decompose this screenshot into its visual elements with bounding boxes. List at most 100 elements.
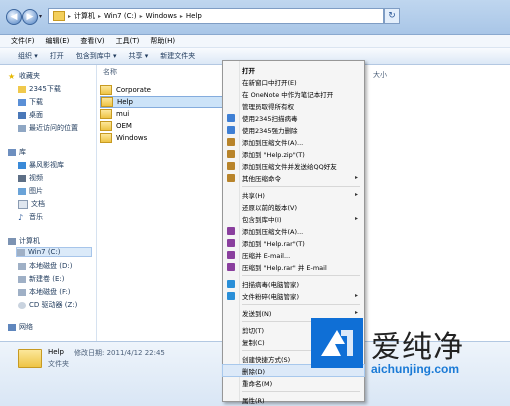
- context-menu-label: 还原以前的版本(V): [242, 203, 298, 212]
- sidebar-item-d-drive[interactable]: 本地磁盘 (D:): [18, 261, 72, 271]
- document-icon: [18, 199, 28, 209]
- context-menu-label: 其他压缩命令: [242, 174, 281, 183]
- sidebar-item-desktop[interactable]: 桌面: [18, 110, 43, 120]
- context-menu-item[interactable]: 在新窗口中打开(E): [223, 76, 364, 87]
- sidebar-item-2345-downloads[interactable]: 2345下载: [18, 84, 61, 94]
- sidebar-item-c-drive[interactable]: Win7 (C:): [16, 247, 92, 257]
- folder-icon: [100, 109, 112, 119]
- context-menu-label: 重命名(M): [242, 379, 273, 388]
- include-in-library-button[interactable]: 包含到库中 ▾: [76, 51, 117, 61]
- menu-file[interactable]: 文件(F): [11, 36, 35, 46]
- address-bar[interactable]: ▸ 计算机 ▸ Win7 (C:) ▸ Windows ▸ Help: [48, 8, 384, 24]
- context-menu-label: 在新窗口中打开(E): [242, 78, 297, 87]
- context-menu-item[interactable]: 发送到(N) ▸: [223, 307, 364, 318]
- menu-tools[interactable]: 工具(T): [116, 36, 140, 46]
- music-icon: ♪: [18, 212, 24, 222]
- sidebar-item-f-drive[interactable]: 本地磁盘 (F:): [18, 287, 71, 297]
- favorites-header[interactable]: ★ 收藏夹: [8, 71, 40, 81]
- context-menu-item[interactable]: 管理员取得所有权: [223, 100, 364, 111]
- sidebar-item-cd-drive[interactable]: CD 驱动器 (Z:): [18, 300, 77, 310]
- download-icon: [18, 98, 26, 106]
- sidebar-item-recent-places[interactable]: 最近访问的位置: [18, 123, 78, 133]
- list-item[interactable]: Corporate: [100, 85, 151, 95]
- sidebar-item-documents[interactable]: 文档: [18, 199, 45, 209]
- list-item[interactable]: Windows: [100, 133, 147, 143]
- context-menu-item[interactable]: 共享(H) ▸: [223, 189, 364, 200]
- watermark-brand: 爱纯净: [371, 330, 464, 365]
- breadcrumb-windows[interactable]: Windows: [146, 12, 177, 20]
- context-menu-item[interactable]: 在 OneNote 中作为笔记本打开: [223, 88, 364, 99]
- context-menu-item[interactable]: 包含到库中(I) ▸: [223, 213, 364, 224]
- organize-button[interactable]: 组织 ▾: [18, 51, 38, 61]
- folder-icon: [18, 85, 26, 93]
- navigation-pane: ★ 收藏夹 2345下载 下载 桌面 最近访问的位置 库 暴风影视库 视频 图片…: [0, 65, 97, 341]
- picture-icon: [18, 187, 26, 195]
- menu-separator: [242, 275, 360, 276]
- context-menu-label: 复制(C): [242, 338, 265, 347]
- sidebar-item-music[interactable]: ♪ 音乐: [18, 212, 43, 222]
- menu-separator: [242, 186, 360, 187]
- new-folder-button[interactable]: 新建文件夹: [160, 51, 195, 61]
- menu-view[interactable]: 查看(V): [80, 36, 104, 46]
- context-menu-label: 包含到库中(I): [242, 215, 282, 224]
- context-menu-item[interactable]: 使用2345扫描病毒: [223, 112, 364, 123]
- context-menu-item[interactable]: 添加到压缩文件并发送给QQ好友: [223, 160, 364, 171]
- back-arrow-icon[interactable]: ◀: [6, 9, 22, 25]
- menu-help[interactable]: 帮助(H): [150, 36, 175, 46]
- sidebar-item-downloads[interactable]: 下载: [18, 97, 43, 107]
- context-menu-item[interactable]: 其他压缩命令 ▸: [223, 172, 364, 183]
- archive-icon: [227, 149, 235, 158]
- breadcrumb-computer[interactable]: 计算机: [74, 11, 95, 21]
- context-menu-label: 管理员取得所有权: [242, 102, 294, 111]
- folder-icon: [100, 133, 112, 143]
- submenu-arrow-icon: ▸: [354, 191, 358, 198]
- computer-header[interactable]: 计算机: [8, 236, 40, 246]
- submenu-arrow-icon: ▸: [354, 309, 358, 316]
- context-menu-item[interactable]: 还原以前的版本(V): [223, 201, 364, 212]
- sidebar-item-pictures[interactable]: 图片: [18, 186, 43, 196]
- context-menu-item[interactable]: 压缩并 E-mail...: [223, 249, 364, 260]
- context-menu-item[interactable]: 扫描病毒(电脑管家): [223, 278, 364, 289]
- menu-edit[interactable]: 编辑(E): [46, 36, 70, 46]
- context-menu-item[interactable]: 添加到压缩文件(A)...: [223, 225, 364, 236]
- list-item[interactable]: OEM: [100, 121, 132, 131]
- drive-icon: [18, 262, 26, 270]
- rar-icon: [227, 238, 235, 247]
- context-menu-label: 共享(H): [242, 191, 265, 200]
- context-menu-item[interactable]: 文件粉碎(电脑管家) ▸: [223, 290, 364, 301]
- context-menu-item[interactable]: 压缩到 "Help.rar" 并 E-mail: [223, 261, 364, 272]
- libraries-header[interactable]: 库: [8, 147, 26, 157]
- context-menu-label: 添加到 "Help.zip"(T): [242, 150, 305, 159]
- rar-icon: [227, 262, 235, 271]
- open-button[interactable]: 打开: [50, 51, 64, 61]
- cd-drive-icon: [18, 301, 26, 309]
- menu-bar: 文件(F) 编辑(E) 查看(V) 工具(T) 帮助(H): [0, 35, 510, 48]
- context-menu-item[interactable]: 添加到 "Help.zip"(T): [223, 148, 364, 159]
- list-item[interactable]: Help: [100, 96, 226, 108]
- history-dropdown-icon[interactable]: ▾: [39, 13, 42, 20]
- video-library-icon: [18, 161, 26, 169]
- network-header[interactable]: 网络: [8, 322, 33, 332]
- sidebar-item-baofeng-library[interactable]: 暴风影视库: [18, 160, 64, 170]
- context-menu-label: 文件粉碎(电脑管家): [242, 292, 300, 301]
- column-header-name[interactable]: 名称: [103, 67, 117, 77]
- sidebar-item-videos[interactable]: 视频: [18, 173, 43, 183]
- title-bar: ◀ ▶ ▾ ▸ 计算机 ▸ Win7 (C:) ▸ Windows ▸ Help…: [0, 0, 510, 35]
- breadcrumb-help[interactable]: Help: [186, 12, 202, 20]
- context-menu-item[interactable]: 使用2345强力删除: [223, 124, 364, 135]
- column-header-size[interactable]: 大小: [373, 70, 387, 80]
- context-menu-label: 打开: [242, 66, 255, 75]
- sidebar-item-e-drive[interactable]: 新建卷 (E:): [18, 274, 64, 284]
- context-menu-item[interactable]: 添加到压缩文件(A)...: [223, 136, 364, 147]
- context-menu-item[interactable]: 打开: [223, 64, 364, 75]
- watermark-logo: 爱纯净 aichunjing.com: [311, 318, 507, 400]
- context-menu-item[interactable]: 添加到 "Help.rar"(T): [223, 237, 364, 248]
- context-menu-label: 发送到(N): [242, 309, 272, 318]
- refresh-icon[interactable]: ↻: [384, 8, 400, 24]
- video-icon: [18, 174, 26, 182]
- share-button[interactable]: 共享 ▾: [129, 51, 149, 61]
- list-item[interactable]: mui: [100, 109, 129, 119]
- computer-icon: [8, 237, 16, 245]
- breadcrumb-c-drive[interactable]: Win7 (C:): [104, 12, 137, 20]
- forward-arrow-icon[interactable]: ▶: [22, 9, 38, 25]
